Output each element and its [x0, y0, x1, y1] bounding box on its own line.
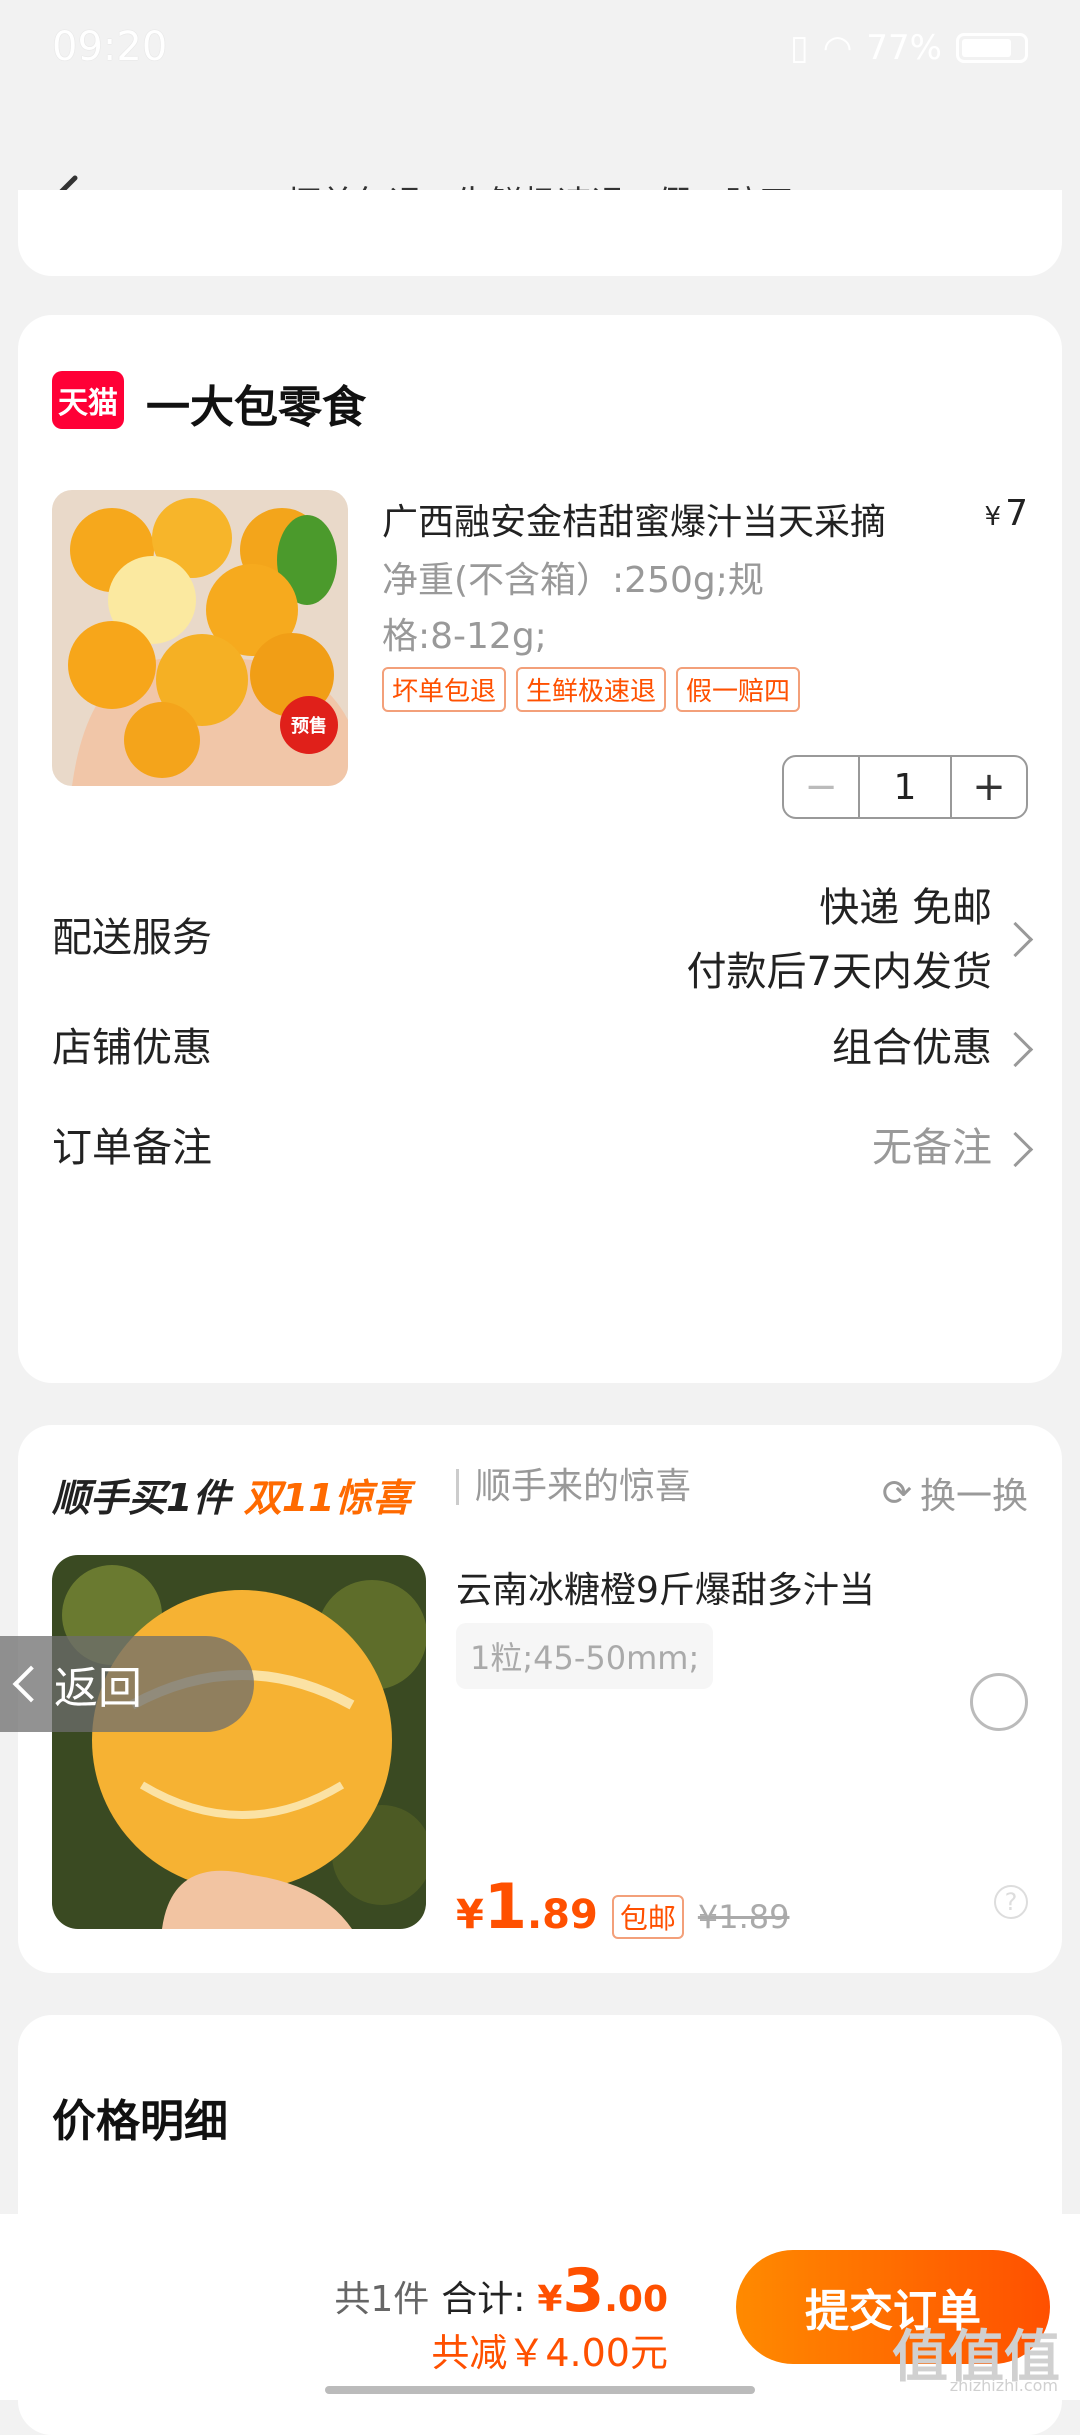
quantity-value[interactable]: 1: [858, 757, 952, 817]
total-price: ¥3.00: [537, 2256, 668, 2326]
delivery-label: 配送服务: [52, 915, 212, 961]
tag-fresh-refund: 生鲜极速退: [516, 667, 667, 712]
service-tags: 坏单包退 生鲜极速退 假一赔四: [382, 667, 801, 712]
recommend-subtitle: 顺手来的惊喜: [456, 1469, 691, 1505]
product-price: ¥7: [985, 493, 1028, 534]
recommend-price: ¥ 1 .89 包邮 ¥1.89: [456, 1870, 789, 1943]
item-count: 共1件: [334, 2279, 430, 2320]
refresh-icon: ⟳: [881, 1472, 912, 1514]
watermark-url: zhizhizhi.com: [949, 2376, 1058, 2395]
battery-icon: [956, 33, 1028, 63]
wifi-icon: ◠: [822, 28, 853, 68]
product-title[interactable]: 广西融安金桔甜蜜爆汁当天采摘: [382, 493, 982, 545]
product-spec: 净重(不含箱）:250g;规格:8-12g;: [382, 560, 764, 657]
recommend-title: 顺手买1件 双11惊喜: [52, 1467, 411, 1522]
price-decimal: .89: [526, 1892, 598, 1938]
decrease-button[interactable]: −: [784, 757, 858, 817]
total-symbol: ¥: [537, 2279, 563, 2320]
select-radio[interactable]: [970, 1673, 1028, 1731]
recommend-name[interactable]: 云南冰糖橙9斤爆甜多汁当: [456, 1561, 875, 1613]
product-image[interactable]: 预售: [52, 490, 348, 786]
currency-symbol: ¥: [984, 502, 1002, 532]
price-value: 7: [1005, 493, 1028, 534]
original-price: ¥1.89: [697, 1898, 790, 1936]
recommend-title-prefix: 顺手买1件: [52, 1476, 231, 1520]
saved-amount: 共减￥4.00元: [431, 2331, 668, 2375]
total-integer: 3: [562, 2256, 605, 2326]
presale-badge: 预售: [280, 696, 338, 754]
price-symbol: ¥: [456, 1892, 484, 1938]
recommend-image[interactable]: [52, 1555, 426, 1929]
discount-label: 店铺优惠: [52, 1025, 212, 1071]
delivery-method[interactable]: 快递 免邮: [819, 875, 992, 933]
price-detail-title: 价格明细: [52, 2096, 228, 2147]
return-label: 返回: [54, 1663, 142, 1714]
note-value[interactable]: 无备注: [872, 1115, 992, 1173]
order-card: 天猫 一大包零食 预售 广西融安金桔甜蜜爆汁当天采摘 ¥7 净重(不含箱）:25…: [18, 315, 1062, 1383]
home-indicator[interactable]: [325, 2386, 755, 2394]
chevron-left-icon: [12, 1665, 50, 1703]
sim-icon: ▯: [790, 28, 809, 68]
tmall-logo: 天猫: [52, 371, 124, 429]
chevron-right-icon[interactable]: [997, 1131, 1034, 1168]
status-bar: 09:20 ▯ ◠ 77%: [0, 0, 1080, 110]
return-button[interactable]: 返回: [0, 1636, 254, 1732]
battery-percent: 77%: [866, 28, 942, 68]
recommend-spec: 1粒;45-50mm;: [456, 1623, 714, 1689]
swap-label: 换一换: [919, 1476, 1028, 1517]
status-time: 09:20: [52, 24, 168, 70]
tag-bad-return: 坏单包退: [382, 667, 507, 712]
swap-button[interactable]: ⟳ 换一换: [882, 1467, 1028, 1519]
total-decimal: .00: [604, 2279, 668, 2320]
price-integer: 1: [483, 1870, 527, 1943]
chevron-right-icon[interactable]: [997, 1031, 1034, 1068]
orange-photo: [52, 1555, 426, 1929]
chevron-right-icon[interactable]: [997, 921, 1034, 958]
discount-value[interactable]: 组合优惠: [832, 1015, 992, 1073]
bottom-bar: 共1件 合计: ¥3.00 共减￥4.00元 提交订单 值值值 zhizhizh…: [0, 2214, 1080, 2400]
free-shipping-tag: 包邮: [611, 1895, 684, 1939]
help-icon[interactable]: ?: [994, 1885, 1028, 1919]
note-label: 订单备注: [52, 1125, 212, 1171]
recommend-title-highlight: 双11惊喜: [243, 1476, 411, 1520]
tag-fake-compensate: 假一赔四: [676, 667, 801, 712]
store-name[interactable]: 一大包零食: [146, 371, 366, 435]
increase-button[interactable]: +: [952, 757, 1026, 817]
total-label: 合计:: [441, 2279, 526, 2320]
delivery-time[interactable]: 付款后7天内发货: [687, 939, 992, 997]
quantity-stepper: − 1 +: [782, 755, 1028, 819]
address-card-bottom: [18, 190, 1062, 276]
status-icons: ▯ ◠ 77%: [790, 28, 1028, 68]
total-line: 共1件 合计: ¥3.00: [334, 2256, 668, 2326]
